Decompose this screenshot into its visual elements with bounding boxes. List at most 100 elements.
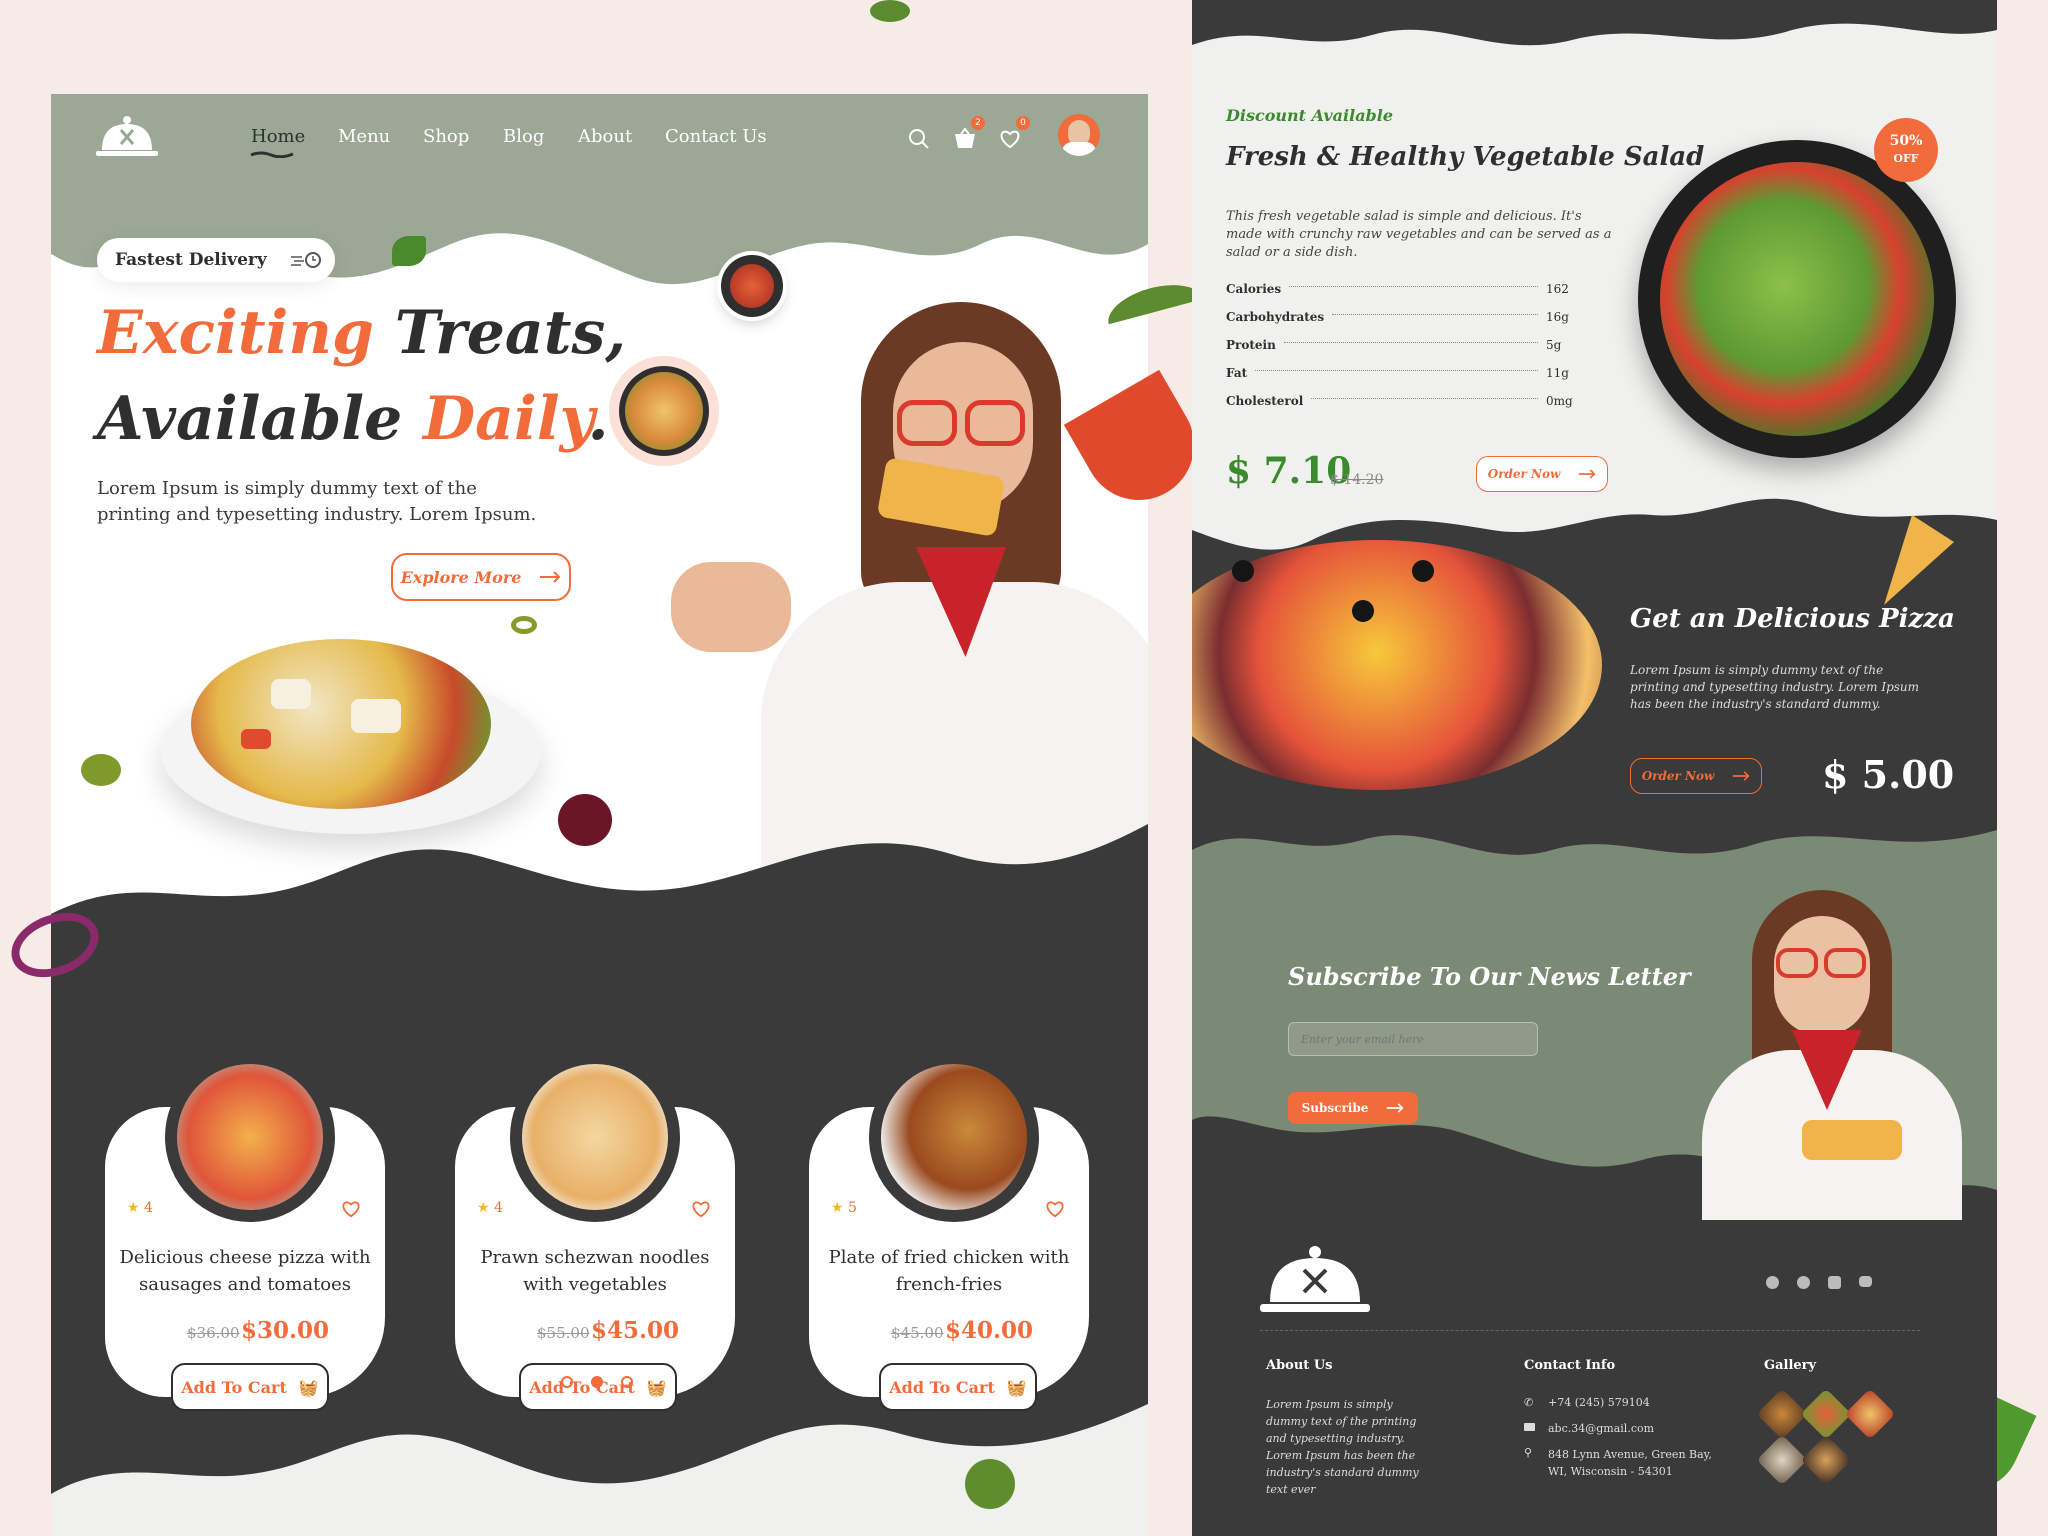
carousel-dots <box>561 1374 641 1390</box>
product-card[interactable]: ★ 4 Delicious cheese pizza with sausages… <box>105 1052 435 1422</box>
twitter-icon[interactable] <box>1859 1276 1872 1287</box>
add-to-cart-button[interactable]: Add To Cart 🧺 <box>879 1363 1037 1411</box>
carousel-dot[interactable] <box>561 1376 573 1388</box>
arrow-right-icon <box>1387 1103 1404 1113</box>
subscribe-button[interactable]: Subscribe <box>1288 1092 1418 1124</box>
price: $30.00 <box>241 1317 330 1344</box>
gallery-thumb[interactable] <box>1800 1388 1852 1440</box>
nutrition-row: Fat 11g <box>1226 366 1569 380</box>
whatsapp-icon[interactable] <box>1766 1276 1779 1289</box>
olive <box>1412 560 1434 582</box>
footer-gallery-heading: Gallery <box>1764 1358 1817 1373</box>
landing-page-secondary: Discount Available Fresh & Healthy Veget… <box>1192 0 1997 1536</box>
rating: ★ 4 <box>127 1200 153 1216</box>
nutrition-row: Carbohydrates 16g <box>1226 310 1569 324</box>
nav-shop[interactable]: Shop <box>423 126 469 147</box>
arrow-right-icon <box>540 571 561 583</box>
pizza-order-now-button[interactable]: Order Now <box>1630 758 1762 794</box>
olive-icon <box>511 616 537 634</box>
search-icon[interactable] <box>908 128 930 150</box>
nav-blog[interactable]: Blog <box>503 126 544 147</box>
footer-divider <box>1260 1330 1920 1331</box>
heart-icon[interactable] <box>341 1200 361 1218</box>
newsletter-title: Subscribe To Our News Letter <box>1288 962 1691 991</box>
footer-email[interactable]: abc.34@gmail.com <box>1548 1420 1654 1437</box>
location-pin-icon: ⚲ <box>1524 1446 1533 1459</box>
gallery-thumb[interactable] <box>1756 1434 1808 1486</box>
nav-about[interactable]: About <box>578 126 632 147</box>
landing-page-main: Home Menu Shop Blog About Contact Us 2 0… <box>51 94 1148 1536</box>
basket-icon: 🧺 <box>1006 1377 1027 1397</box>
carousel-dot-active[interactable] <box>591 1376 603 1388</box>
arrow-right-icon <box>1579 469 1596 479</box>
salad-old-price: $ 14.20 <box>1330 472 1384 488</box>
footer-contact-heading: Contact Info <box>1524 1358 1616 1373</box>
discount-tag: Discount Available <box>1226 106 1393 125</box>
nav-menu[interactable]: Menu <box>338 126 390 147</box>
mail-icon <box>1524 1423 1535 1431</box>
basket-icon: 🧺 <box>298 1377 319 1397</box>
instagram-icon[interactable] <box>1828 1276 1841 1289</box>
hero-title-line-1: Exciting Treats, <box>97 298 627 368</box>
rating: ★ 4 <box>477 1200 503 1216</box>
nutrition-row: Calories 162 <box>1226 282 1569 296</box>
salad-order-now-button[interactable]: Order Now <box>1476 456 1608 492</box>
explore-more-button[interactable]: Explore More <box>391 553 571 601</box>
hero-description: Lorem Ipsum is simply dummy text of the … <box>97 478 537 525</box>
active-underline <box>250 151 294 158</box>
cart-count-badge: 2 <box>971 116 985 130</box>
old-price: $55.00 <box>537 1324 590 1342</box>
pizza-description: Lorem Ipsum is simply dummy text of the … <box>1630 663 1920 711</box>
price: $40.00 <box>945 1317 1034 1344</box>
footer-phone[interactable]: +74 (245) 579104 <box>1548 1394 1650 1411</box>
old-price: $45.00 <box>891 1324 944 1342</box>
arrow-right-icon <box>1733 771 1750 781</box>
gallery-thumb[interactable] <box>1756 1388 1808 1440</box>
email-input[interactable] <box>1288 1022 1538 1056</box>
olive <box>1352 600 1374 622</box>
fastest-delivery-badge: Fastest Delivery <box>97 238 335 282</box>
salad-description: This fresh vegetable salad is simple and… <box>1226 209 1612 260</box>
basket-icon: 🧺 <box>646 1377 667 1397</box>
heart-icon[interactable] <box>999 129 1021 149</box>
price: $45.00 <box>591 1317 680 1344</box>
gallery-thumb[interactable] <box>1800 1434 1852 1486</box>
footer-about-text: Lorem Ipsum is simply dummy text of the … <box>1266 1398 1419 1496</box>
wishlist-count-badge: 0 <box>1016 116 1030 130</box>
gallery-thumb[interactable] <box>1844 1388 1896 1440</box>
speed-clock-icon <box>291 252 321 268</box>
avatar[interactable] <box>1058 114 1100 156</box>
footer-address: 848 Lynn Avenue, Green Bay, WI, Wisconsi… <box>1548 1448 1712 1478</box>
cloche-logo-icon[interactable] <box>96 114 158 160</box>
product-card[interactable]: ★ 5 Plate of fried chicken with french-f… <box>809 1052 1139 1422</box>
facebook-icon[interactable] <box>1797 1276 1810 1289</box>
salad-title: Fresh & Healthy Vegetable Salad <box>1226 142 1705 172</box>
product-name: Plate of fried chicken with french-fries <box>828 1247 1070 1295</box>
parsley-leaf-icon <box>392 236 426 266</box>
olive <box>1232 560 1254 582</box>
newsletter-woman-image <box>1682 880 1972 1220</box>
social-links <box>1766 1276 1872 1289</box>
hero-title-line-2: Available Daily. <box>97 384 609 454</box>
footer-cloche-logo-icon[interactable] <box>1260 1244 1370 1320</box>
broccoli-icon <box>965 1459 1015 1509</box>
nav-contact-us[interactable]: Contact Us <box>665 126 767 147</box>
heart-icon[interactable] <box>1045 1200 1065 1218</box>
product-name: Prawn schezwan noodles with vegetables <box>480 1247 710 1295</box>
discount-badge: 50% OFF <box>1874 118 1938 182</box>
green-olive-icon <box>81 754 121 786</box>
rating: ★ 5 <box>831 1200 857 1216</box>
add-to-cart-button[interactable]: Add To Cart 🧺 <box>171 1363 329 1411</box>
heart-icon[interactable] <box>691 1200 711 1218</box>
nutrition-row: Protein 5g <box>1226 338 1562 352</box>
product-card[interactable]: ★ 4 Prawn schezwan noodles with vegetabl… <box>455 1052 785 1422</box>
nav-home[interactable]: Home <box>251 126 305 147</box>
carousel-dot[interactable] <box>621 1376 633 1388</box>
old-price: $36.00 <box>187 1324 240 1342</box>
product-image <box>881 1064 1027 1210</box>
nutrition-row: Cholesterol 0mg <box>1226 394 1573 408</box>
salad-bowl-image <box>1638 140 1956 458</box>
herb-icon <box>870 0 910 22</box>
phone-icon: ✆ <box>1524 1396 1534 1409</box>
cart-icon[interactable] <box>953 128 977 150</box>
